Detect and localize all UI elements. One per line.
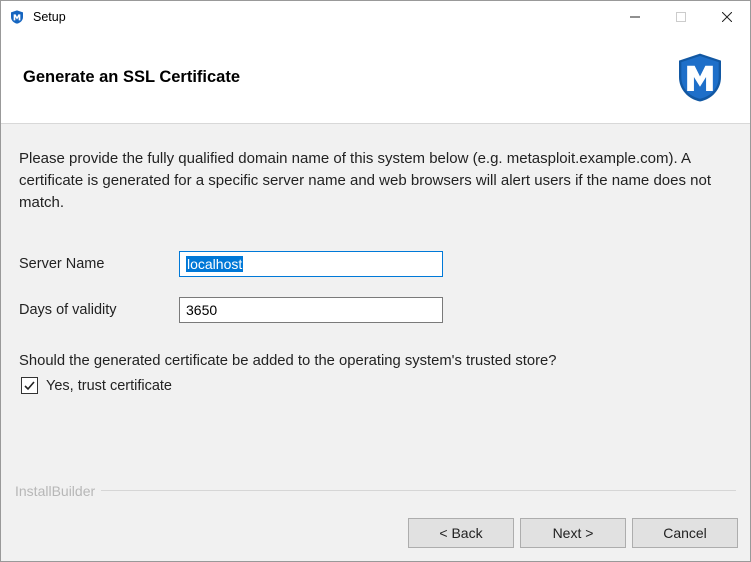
cancel-button[interactable]: Cancel xyxy=(632,518,738,548)
days-validity-input[interactable] xyxy=(179,297,443,323)
description-text: Please provide the fully qualified domai… xyxy=(19,148,732,213)
titlebar: Setup xyxy=(1,1,750,33)
window-title: Setup xyxy=(33,10,612,24)
app-icon xyxy=(9,9,25,25)
trust-certificate-label: Yes, trust certificate xyxy=(46,378,172,394)
days-validity-label: Days of validity xyxy=(19,302,179,318)
back-button[interactable]: < Back xyxy=(408,518,514,548)
window-controls xyxy=(612,1,750,33)
trust-checkbox-row: Yes, trust certificate xyxy=(19,377,732,394)
wizard-body: Please provide the fully qualified domai… xyxy=(1,124,750,505)
page-title: Generate an SSL Certificate xyxy=(23,68,240,87)
metasploit-logo-icon xyxy=(672,49,728,105)
server-name-value: localhost xyxy=(186,256,243,272)
installer-brand: InstallBuilder xyxy=(15,483,95,499)
server-name-label: Server Name xyxy=(19,256,179,272)
divider xyxy=(101,490,736,491)
server-name-input[interactable]: localhost xyxy=(179,251,443,277)
trust-certificate-checkbox[interactable] xyxy=(21,377,38,394)
next-button[interactable]: Next > xyxy=(520,518,626,548)
minimize-button[interactable] xyxy=(612,1,658,33)
wizard-header: Generate an SSL Certificate xyxy=(1,33,750,124)
wizard-footer: < Back Next > Cancel xyxy=(1,505,750,561)
days-validity-row: Days of validity xyxy=(19,297,732,323)
maximize-button xyxy=(658,1,704,33)
server-name-row: Server Name localhost xyxy=(19,251,732,277)
trust-question: Should the generated certificate be adde… xyxy=(19,353,732,369)
close-button[interactable] xyxy=(704,1,750,33)
